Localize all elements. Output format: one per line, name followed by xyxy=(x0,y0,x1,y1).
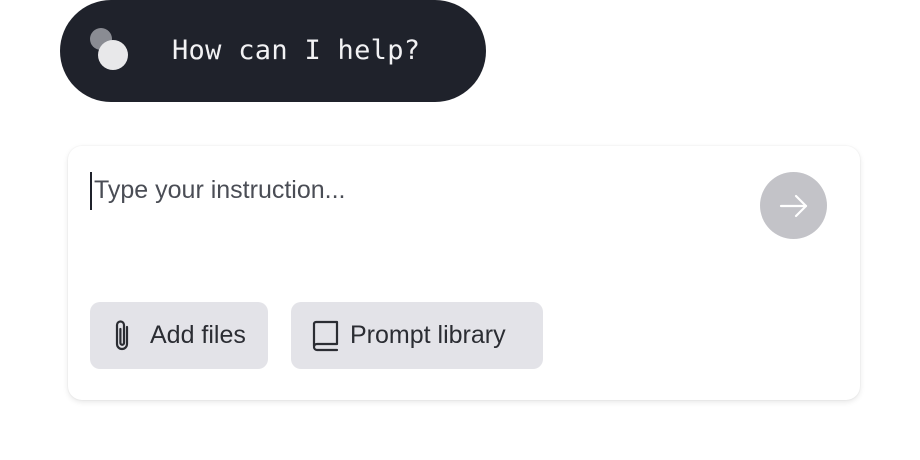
send-button[interactable] xyxy=(760,172,827,239)
assistant-logo-icon xyxy=(90,28,132,74)
add-files-label: Add files xyxy=(150,321,246,349)
prompt-library-button[interactable]: Prompt library xyxy=(291,302,543,369)
composer-card: Add files Prompt library xyxy=(68,146,860,400)
arrow-right-icon xyxy=(778,190,810,222)
book-icon xyxy=(310,318,340,354)
greeting-banner: How can I help? xyxy=(60,0,486,102)
prompt-library-label: Prompt library xyxy=(350,321,506,349)
instruction-input[interactable] xyxy=(94,170,734,210)
text-caret xyxy=(90,172,92,210)
greeting-text: How can I help? xyxy=(172,35,421,66)
paperclip-icon xyxy=(110,318,140,354)
add-files-button[interactable]: Add files xyxy=(90,302,268,369)
